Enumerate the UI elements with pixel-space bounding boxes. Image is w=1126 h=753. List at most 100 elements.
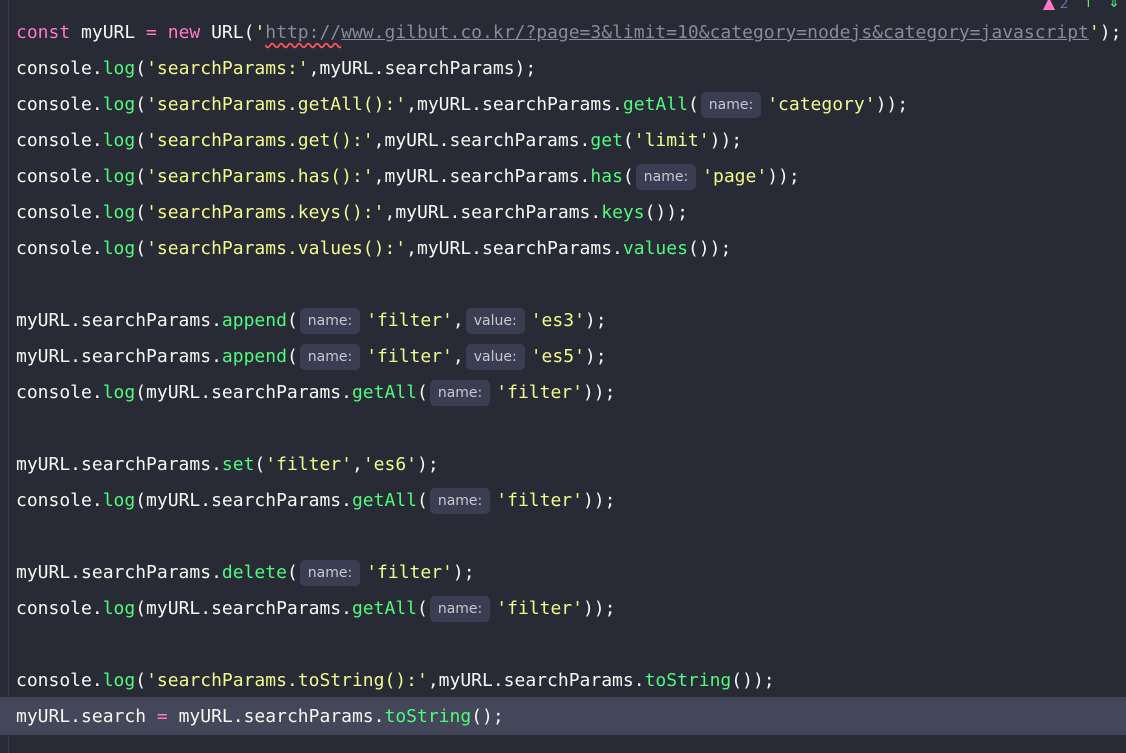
parameter-hint: name: (700, 92, 762, 118)
identifier: ,myURL.searchParams. (384, 202, 602, 223)
inspection-widget[interactable]: ▲ 2 ↑ ⇓ (1043, 0, 1120, 12)
string-literal: 'filter' (496, 382, 583, 403)
function-call: keys (601, 202, 645, 223)
function-call: log (102, 166, 136, 187)
keyword: const (16, 22, 71, 43)
string-quote: ' (1088, 22, 1100, 43)
punctuation: ()); (644, 202, 688, 223)
punctuation: )); (875, 94, 909, 115)
punctuation: , (452, 346, 464, 367)
code-line-10[interactable]: myURL.searchParams. append(name:'filter',… (16, 339, 607, 375)
parameter-hint: name: (429, 596, 491, 622)
parameter-hint: name: (429, 488, 491, 514)
code-line-6[interactable]: console. log('searchParams.keys():' ,myURL… (16, 195, 688, 231)
function-call: log (102, 490, 136, 511)
punctuation: ); (584, 346, 607, 367)
code-line-1[interactable]: const myURL = new URL(' http://www.gilbut… (16, 15, 1121, 51)
punctuation: ( (286, 562, 298, 583)
code-line-13[interactable]: myURL.searchParams. set('filter','es6'); (16, 447, 439, 483)
punctuation: ( (135, 94, 147, 115)
string-literal: 'es5' (530, 346, 585, 367)
punctuation: ( (622, 166, 634, 187)
punctuation: ( (687, 94, 699, 115)
punctuation: ( (135, 238, 147, 259)
punctuation: ( (135, 130, 147, 151)
code-line-11[interactable]: console. log (myURL.searchParams. getAll(na… (16, 375, 615, 411)
function-call: getAll (622, 94, 688, 115)
punctuation: ( (135, 202, 147, 223)
code-line-5[interactable]: console. log('searchParams.has():' ,myURL.… (16, 159, 800, 195)
identifier: console. (16, 202, 103, 223)
code-line-3[interactable]: console. log('searchParams.getAll():' ,myU… (16, 87, 908, 123)
punctuation: )); (582, 490, 616, 511)
identifier: console. (16, 670, 103, 691)
identifier: console. (16, 130, 103, 151)
code-line-7[interactable]: console. log('searchParams.values():' ,myU… (16, 231, 731, 267)
punctuation: ); (417, 454, 439, 475)
url-link[interactable]: www.gilbut.co.kr/?page=3&limit=10&catego… (341, 15, 1089, 51)
string-quote: ' (254, 22, 266, 43)
punctuation: ( (417, 490, 428, 511)
identifier: ,myURL.searchParams. (427, 670, 645, 691)
identifier: URL( (211, 22, 255, 43)
identifier: console. (16, 490, 103, 511)
identifier: ,myURL.searchParams. (373, 130, 591, 151)
function-call: set (221, 454, 255, 475)
punctuation: ); (584, 310, 607, 331)
punctuation: ( (622, 130, 634, 151)
code-line-2[interactable]: console. log('searchParams:' ,myURL.search… (16, 51, 536, 87)
string-literal: 'searchParams.has():' (146, 166, 374, 187)
string-literal: 'searchParams.getAll():' (146, 94, 407, 115)
url-link[interactable]: http:// (265, 15, 341, 51)
identifier: console. (16, 598, 103, 619)
operator: = (146, 22, 157, 43)
punctuation: )); (767, 166, 800, 187)
identifier: console. (16, 238, 103, 259)
punctuation: ( (135, 670, 147, 691)
identifier: myURL.searchParams. (16, 346, 222, 367)
string-literal: 'filter' (366, 310, 453, 331)
function-call: getAll (351, 382, 417, 403)
punctuation: ); (452, 562, 475, 583)
code-line-16[interactable]: myURL.searchParams. delete(name:'filter')… (16, 555, 475, 591)
punctuation: , (351, 454, 363, 475)
string-literal: 'es3' (530, 310, 585, 331)
parameter-hint: name: (299, 308, 361, 334)
warning-indicator[interactable]: ▲ 2 (1043, 0, 1069, 12)
code-editor[interactable]: ▲ 2 ↑ ⇓ const myURL = new URL(' http://ww… (0, 0, 1126, 753)
code-line-4[interactable]: console. log('searchParams.get():' ,myURL.… (16, 123, 742, 159)
function-call: log (102, 58, 136, 79)
code-line-17[interactable]: console. log (myURL.searchParams. getAll(na… (16, 591, 615, 627)
punctuation: )); (582, 382, 616, 403)
parameter-hint: value: (465, 308, 525, 334)
string-literal: 'filter' (265, 454, 352, 475)
string-literal: 'page' (702, 166, 768, 187)
arrow-up-icon[interactable]: ↑ (1083, 0, 1095, 10)
string-literal: 'limit' (633, 130, 710, 151)
string-literal: 'searchParams.toString():' (146, 670, 428, 691)
string-literal: 'filter' (366, 562, 453, 583)
identifier: ,myURL.searchParams. (406, 94, 623, 115)
parameter-hint: name: (299, 344, 361, 370)
code-line-9[interactable]: myURL.searchParams. append(name:'filter',… (16, 303, 607, 339)
identifier: myURL.searchParams. (16, 310, 222, 331)
function-call: delete (221, 562, 287, 583)
punctuation: , (452, 310, 464, 331)
code-line-14[interactable]: console. log (myURL.searchParams. getAll(na… (16, 483, 615, 519)
parameter-hint: name: (635, 164, 697, 190)
code-line-19[interactable]: console. log('searchParams.toString():' ,m… (16, 663, 775, 699)
punctuation: )); (709, 130, 743, 151)
function-call: has (590, 166, 623, 187)
punctuation: ( (135, 58, 147, 79)
string-literal: 'es6' (362, 454, 417, 475)
string-literal: 'category' (767, 94, 876, 115)
function-call: log (102, 238, 136, 259)
arrow-down-icon[interactable]: ⇓ (1108, 0, 1120, 10)
code-line-20[interactable]: myURL.search = myURL.searchParams. toStri… (16, 699, 504, 735)
function-call: append (221, 346, 287, 367)
string-literal: 'searchParams.values():' (146, 238, 407, 259)
identifier: myURL.searchParams. (167, 706, 385, 727)
function-call: toString (644, 670, 732, 691)
function-call: log (102, 382, 136, 403)
function-call: values (622, 238, 688, 259)
